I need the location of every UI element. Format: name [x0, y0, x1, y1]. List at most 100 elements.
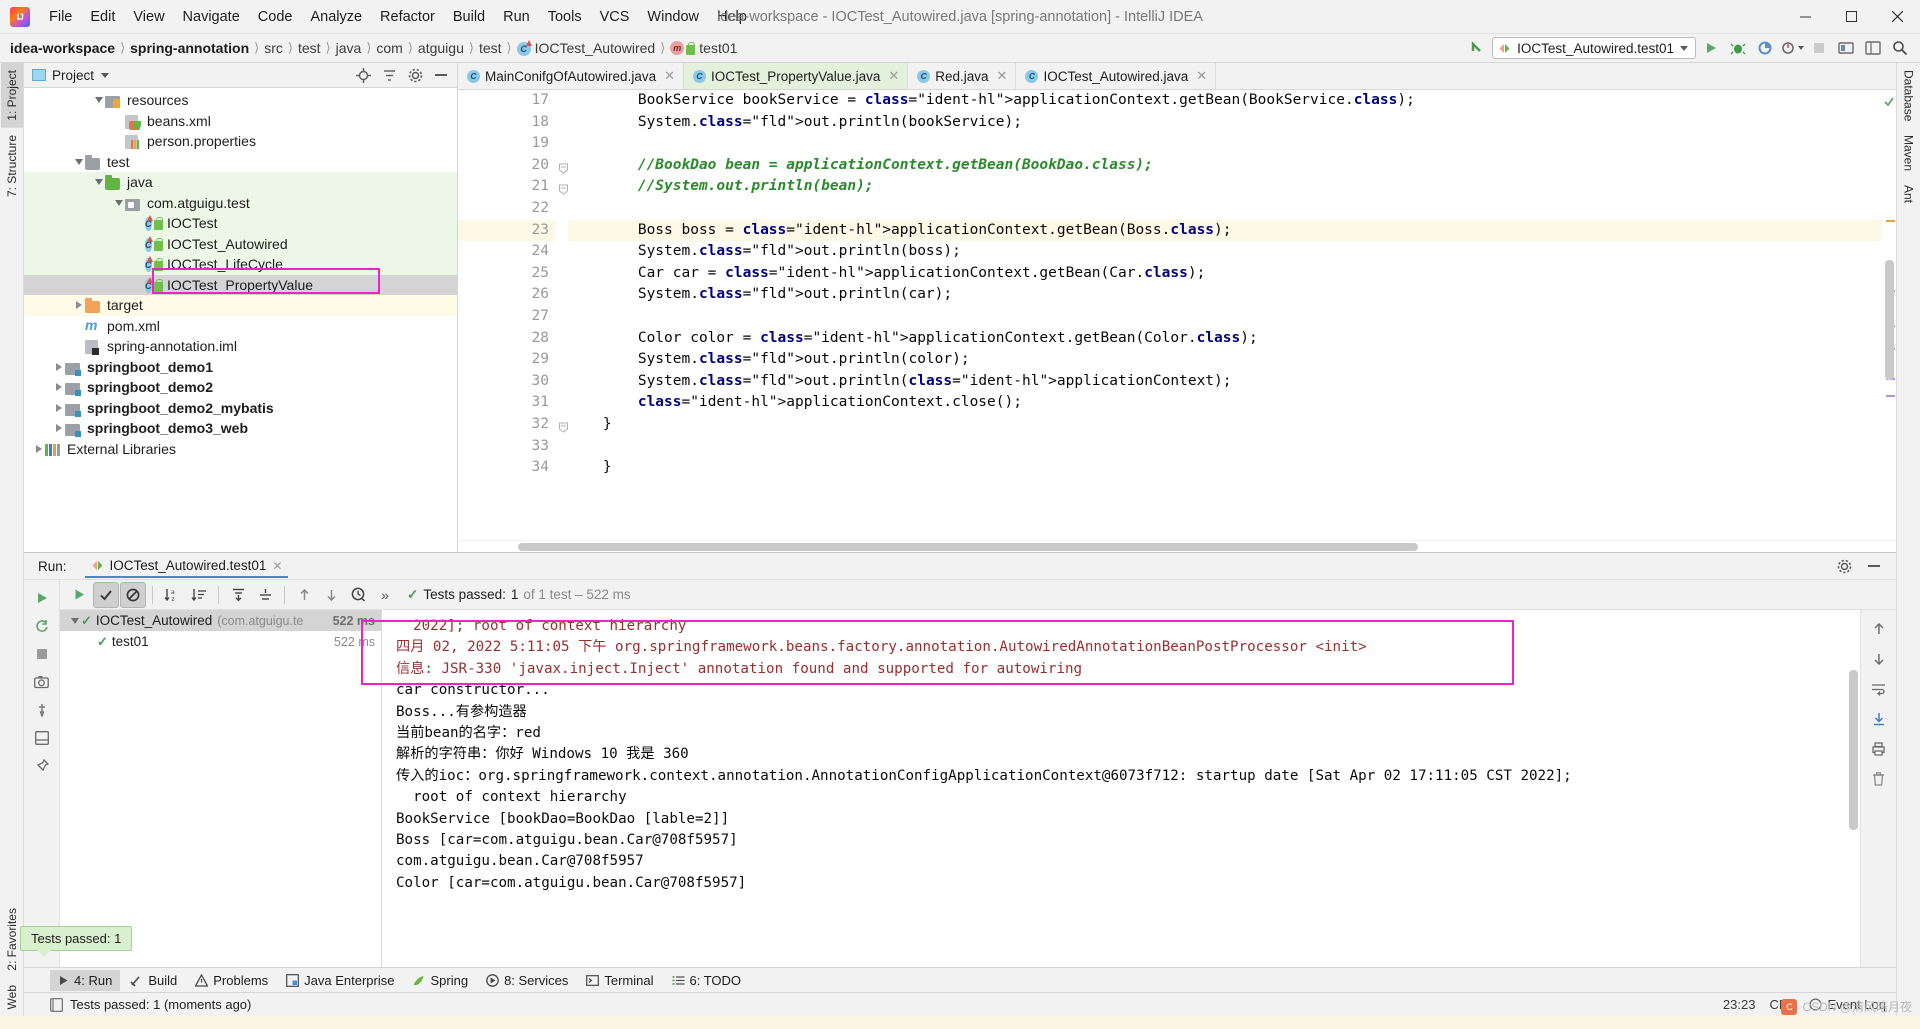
tree-item-springboot-demo1[interactable]: springboot_demo1 — [24, 357, 457, 378]
line-number[interactable]: 33 — [458, 436, 556, 458]
tool-window-build[interactable]: Build — [122, 970, 185, 991]
line-number[interactable]: 26 — [458, 284, 556, 306]
code-line[interactable] — [568, 198, 1882, 220]
editor-tab-red[interactable]: C Red.java ✕ — [908, 63, 1017, 89]
tree-item-beans-xml[interactable]: beans.xml — [24, 111, 457, 132]
line-number[interactable]: 27 — [458, 306, 556, 328]
line-number[interactable]: 18 — [458, 112, 556, 134]
chevron-down-icon[interactable] — [92, 94, 105, 107]
line-number[interactable]: 19 — [458, 133, 556, 155]
console-scrollbar[interactable] — [1846, 610, 1860, 967]
chevron-down-icon[interactable] — [92, 176, 105, 189]
run-button[interactable] — [1699, 36, 1723, 60]
line-number[interactable]: 30 — [458, 371, 556, 393]
tool-window-run[interactable]: 4: Run — [50, 969, 121, 991]
code-line[interactable] — [568, 306, 1882, 328]
line-number[interactable]: 17 — [458, 90, 556, 112]
update-project-icon[interactable] — [1834, 36, 1858, 60]
breadcrumb-test[interactable]: test — [298, 40, 321, 56]
line-number[interactable]: 23 — [458, 219, 556, 242]
code-line[interactable]: Car car = class="ident-hl">applicationCo… — [568, 263, 1882, 285]
project-tree[interactable]: resources beans.xml person.properties test j… — [24, 88, 457, 552]
tree-item-springboot-demo3-web[interactable]: springboot_demo3_web — [24, 418, 457, 439]
line-number[interactable]: 31 — [458, 392, 556, 414]
soft-wrap-icon[interactable] — [1866, 676, 1892, 702]
test-tree-row-class[interactable]: ✓ IOCTest_Autowired (com.atguigu.te 522 … — [60, 610, 381, 631]
sidebar-tab-structure[interactable]: 7: Structure — [1, 128, 23, 204]
tree-item-person-properties[interactable]: person.properties — [24, 131, 457, 152]
chevron-down-icon[interactable] — [1797, 46, 1804, 50]
editor-tab-mainconifgofautowired[interactable]: C MainConifgOfAutowired.java ✕ — [458, 63, 684, 89]
more-actions-button[interactable]: » — [372, 582, 398, 608]
close-icon[interactable]: ✕ — [272, 559, 282, 573]
print-icon[interactable] — [1866, 736, 1892, 762]
code-line[interactable] — [568, 436, 1882, 458]
line-number[interactable]: 24 — [458, 241, 556, 263]
code-line[interactable]: class="ident-hl">applicationContext.clos… — [568, 392, 1882, 414]
tree-item-resources[interactable]: resources — [24, 90, 457, 111]
breadcrumb-idea-workspace[interactable]: idea-workspace — [10, 40, 115, 56]
usage-stripe[interactable] — [1886, 395, 1895, 397]
rerun-failed-tests-button[interactable] — [29, 613, 55, 639]
code-line[interactable]: } — [568, 457, 1882, 479]
breadcrumb-java[interactable]: java — [336, 40, 362, 56]
chevron-down-icon[interactable] — [101, 72, 110, 78]
rerun-button[interactable] — [66, 582, 92, 608]
menu-window[interactable]: Window — [638, 6, 708, 28]
prev-failed-test-button[interactable] — [291, 582, 317, 608]
pin-tab-icon[interactable] — [29, 697, 55, 723]
tool-window-terminal[interactable]: Terminal — [578, 970, 661, 991]
code-line[interactable]: System.class="fld">out.println(bookServi… — [568, 112, 1882, 134]
run-with-coverage-button[interactable] — [1753, 36, 1777, 60]
sidebar-tab-maven[interactable]: Maven — [1898, 128, 1920, 178]
line-number[interactable]: 29 — [458, 349, 556, 371]
line-number[interactable]: 25 — [458, 263, 556, 285]
menu-analyze[interactable]: Analyze — [301, 6, 371, 28]
menu-help[interactable]: Help — [708, 6, 756, 28]
code-line[interactable]: System.class="fld">out.println(class="id… — [568, 371, 1882, 393]
inspection-ok-icon[interactable] — [1884, 94, 1894, 107]
test-results-tree[interactable]: ✓ IOCTest_Autowired (com.atguigu.te 522 … — [60, 610, 382, 967]
close-icon[interactable]: ✕ — [997, 68, 1008, 84]
console-output[interactable]: 2022]; root of context hierarchy 四月 02, 2… — [382, 610, 1846, 967]
menu-view[interactable]: View — [124, 6, 173, 28]
code-line[interactable] — [568, 133, 1882, 155]
test-tree-row-method[interactable]: ✓ test01 522 ms — [60, 631, 381, 652]
collapse-all-button[interactable] — [252, 582, 278, 608]
tree-item-java[interactable]: java — [24, 172, 457, 193]
chevron-down-icon[interactable] — [1680, 45, 1688, 51]
code-line[interactable]: Boss boss = class="ident-hl">application… — [568, 219, 1882, 242]
line-number[interactable]: 28 — [458, 328, 556, 350]
profile-button[interactable] — [1780, 36, 1804, 60]
code-text-area[interactable]: BookService bookService = class="ident-h… — [556, 90, 1882, 540]
tool-window-java-enterprise[interactable]: Java Enterprise — [278, 970, 402, 991]
hide-pane-icon[interactable] — [429, 63, 453, 87]
settings-gear-icon[interactable] — [403, 63, 427, 87]
sidebar-tab-web[interactable]: Web — [1, 978, 23, 1016]
delete-icon[interactable] — [1866, 766, 1892, 792]
menu-run[interactable]: Run — [494, 6, 539, 28]
project-structure-icon[interactable] — [1861, 36, 1885, 60]
line-number-gutter[interactable]: 17 18 19 20 21 22 23 24 25 26 27 28 29 30 31 32 33 34 — [458, 90, 568, 540]
chevron-down-icon[interactable] — [68, 614, 81, 627]
next-failed-test-button[interactable] — [318, 582, 344, 608]
debug-button[interactable] — [1726, 36, 1750, 60]
chevron-right-icon[interactable] — [52, 401, 65, 414]
tree-item-target[interactable]: target — [24, 295, 457, 316]
run-configuration-selector[interactable]: IOCTest_Autowired.test01 — [1492, 37, 1696, 59]
code-line[interactable]: System.class="fld">out.println(color); — [568, 349, 1882, 371]
code-line[interactable]: BookService bookService = class="ident-h… — [568, 90, 1882, 112]
tree-item-ioctest-lifecycle[interactable]: C IOCTest_LifeCycle — [24, 254, 457, 275]
tool-window-spring[interactable]: Spring — [404, 970, 476, 991]
sort-alphabetically-button[interactable]: az — [159, 582, 185, 608]
sidebar-tab-project[interactable]: 1: Project — [0, 63, 23, 128]
menu-vcs[interactable]: VCS — [591, 6, 639, 28]
code-editor[interactable]: 17 18 19 20 21 22 23 24 25 26 27 28 29 30 31 32 33 34 Boo… — [458, 90, 1896, 540]
settings-gear-icon[interactable] — [1832, 554, 1856, 578]
tool-window-problems[interactable]: Problems — [187, 970, 276, 991]
breadcrumb-src[interactable]: src — [264, 40, 283, 56]
editor-tab-ioctest-propertyvalue[interactable]: C IOCTest_PropertyValue.java ✕ — [684, 63, 909, 89]
tree-item-test[interactable]: test — [24, 152, 457, 173]
chevron-right-icon[interactable] — [52, 381, 65, 394]
collapse-all-icon[interactable] — [377, 63, 401, 87]
